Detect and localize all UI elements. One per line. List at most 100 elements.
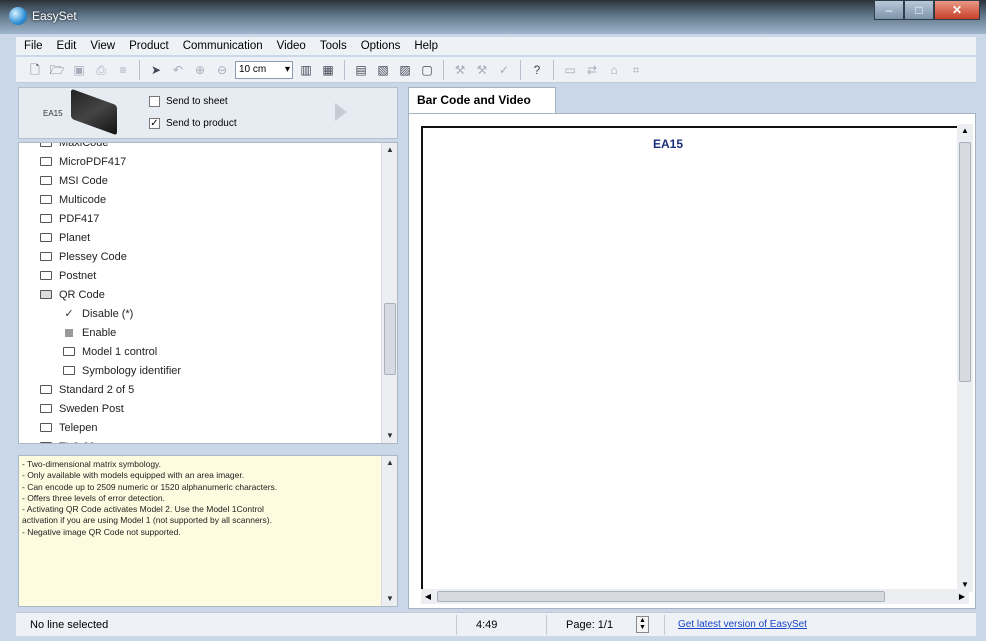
description-scrollbar[interactable]: ▲ ▼	[381, 456, 397, 606]
send-to-product-option[interactable]: ✓ Send to product	[149, 118, 237, 129]
tree-item-label: MSI Code	[59, 174, 108, 187]
barcode2-icon[interactable]: ▦	[319, 61, 337, 79]
scroll-thumb[interactable]	[384, 303, 396, 375]
frame-icon[interactable]: ▢	[418, 61, 436, 79]
tree-item-label: Sweden Post	[59, 402, 124, 415]
tree-scrollbar[interactable]: ▲ ▼	[381, 143, 397, 443]
scroll-down-icon[interactable]: ▼	[382, 592, 397, 606]
barcode-icon[interactable]: ▥	[297, 61, 315, 79]
tree-item[interactable]: ✓ Disable (*)	[19, 304, 381, 323]
window-controls: – □ ✕	[874, 0, 980, 20]
scanner-device-image	[71, 88, 117, 136]
tree-item[interactable]: MaxiCode	[19, 143, 381, 152]
label-canvas[interactable]: EA15	[421, 126, 973, 596]
menu-communication[interactable]: Communication	[183, 37, 263, 55]
preview-vertical-scrollbar[interactable]: ▲ ▼	[957, 124, 973, 592]
pointer-icon[interactable]: ➤	[147, 61, 165, 79]
menu-file[interactable]: File	[24, 37, 43, 55]
tree-item[interactable]: QR Code	[19, 285, 381, 304]
tree-item[interactable]: Sweden Post	[19, 399, 381, 418]
save-icon[interactable]: ▣	[70, 61, 88, 79]
menu-video[interactable]: Video	[277, 37, 306, 55]
open-icon[interactable]: 🗁	[48, 61, 66, 79]
tree-item[interactable]: Enable	[19, 323, 381, 342]
menu-product[interactable]: Product	[129, 37, 169, 55]
new-icon[interactable]: 🗋	[26, 61, 44, 79]
tree-item[interactable]: Model 1 control	[19, 342, 381, 361]
chart-icon[interactable]: ▨	[396, 61, 414, 79]
send-to-sheet-option[interactable]: Send to sheet	[149, 96, 228, 107]
wand2-icon[interactable]: ⚒	[473, 61, 491, 79]
tree-item[interactable]: TLC 39	[19, 437, 381, 443]
app-window: EasySet – □ ✕ File Edit View Product Com…	[0, 0, 986, 641]
tree-item[interactable]: MSI Code	[19, 171, 381, 190]
menu-view[interactable]: View	[90, 37, 115, 55]
undo-icon[interactable]: ↶	[169, 61, 187, 79]
menu-help[interactable]: Help	[414, 37, 438, 55]
monitor-icon[interactable]: ▭	[561, 61, 579, 79]
page-spinner[interactable]: ▲ ▼	[636, 616, 649, 633]
canvas-title: EA15	[652, 137, 684, 151]
tree-item-label: Model 1 control	[82, 345, 158, 358]
description-line: - Can encode up to 2509 numeric or 1520 …	[22, 481, 278, 492]
toolbar: 🗋 🗁 ▣ ⎙ ≡ ➤ ↶ ⊕ ⊖ 10 cm ▥ ▦ ▤ ▧ ▨ ▢ ⚒ ⚒ …	[16, 57, 976, 83]
scroll-left-icon[interactable]: ◀	[421, 589, 435, 604]
menu-tools[interactable]: Tools	[320, 37, 347, 55]
scroll-up-icon[interactable]: ▲	[382, 456, 397, 470]
print-icon[interactable]: ⎙	[92, 61, 110, 79]
folder-icon	[40, 271, 52, 280]
latest-version-link[interactable]: Get latest version of EasySet	[678, 619, 807, 630]
tree-item-label: Telepen	[59, 421, 98, 434]
tree-item-label: Standard 2 of 5	[59, 383, 135, 396]
scroll-right-icon[interactable]: ▶	[955, 589, 969, 604]
tree-item[interactable]: Plessey Code	[19, 247, 381, 266]
send-arrow-icon[interactable]	[335, 103, 347, 121]
transfer-icon[interactable]: ⇄	[583, 61, 601, 79]
folder-icon	[40, 252, 52, 261]
tree-item[interactable]: Symbology identifier	[19, 361, 381, 380]
toolbar-separator	[443, 59, 444, 80]
check-icon[interactable]: ✓	[495, 61, 513, 79]
scroll-up-icon[interactable]: ▲	[382, 143, 397, 157]
scroll-thumb[interactable]	[959, 142, 971, 382]
scroll-thumb[interactable]	[437, 591, 885, 602]
help-icon[interactable]: ?	[528, 61, 546, 79]
tree-item[interactable]: Telepen	[19, 418, 381, 437]
folder-icon	[40, 157, 52, 166]
folder-icon	[40, 233, 52, 242]
preview-horizontal-scrollbar[interactable]: ◀ ▶	[421, 589, 969, 604]
grid-icon[interactable]: ▤	[352, 61, 370, 79]
send-to-sheet-checkbox[interactable]	[149, 96, 160, 107]
scroll-up-icon[interactable]: ▲	[957, 124, 973, 138]
menu-options[interactable]: Options	[361, 37, 401, 55]
device-icon[interactable]: ⌂	[605, 61, 623, 79]
send-to-product-checkbox[interactable]: ✓	[149, 118, 160, 129]
description-line: - Only available with models equipped wi…	[22, 470, 245, 481]
tree-item[interactable]: PDF417	[19, 209, 381, 228]
status-separator	[456, 615, 457, 635]
folder-icon	[40, 442, 52, 443]
scroll-down-icon[interactable]: ▼	[382, 429, 397, 443]
scanner-icon[interactable]: ⌗	[627, 61, 645, 79]
folder-icon	[40, 195, 52, 204]
layout-icon[interactable]: ▧	[374, 61, 392, 79]
window-title: EasySet	[32, 9, 77, 23]
tree-item[interactable]: MicroPDF417	[19, 152, 381, 171]
format-icon[interactable]: ≡	[114, 61, 132, 79]
zoom-in-icon[interactable]: ⊕	[191, 61, 209, 79]
description-line: activation if you are using Model 1 (not…	[22, 515, 272, 526]
wand-icon[interactable]: ⚒	[451, 61, 469, 79]
maximize-button[interactable]: □	[904, 0, 934, 20]
close-button[interactable]: ✕	[934, 0, 980, 20]
tab-bar-code-and-video[interactable]: Bar Code and Video	[408, 87, 556, 113]
tree-item[interactable]: Multicode	[19, 190, 381, 209]
zoom-select[interactable]: 10 cm	[235, 60, 293, 79]
minimize-button[interactable]: –	[874, 0, 904, 20]
tree-item[interactable]: Planet	[19, 228, 381, 247]
send-to-sheet-label: Send to sheet	[166, 96, 228, 107]
description-line: - Two-dimensional matrix symbology.	[22, 459, 162, 469]
zoom-out-icon[interactable]: ⊖	[213, 61, 231, 79]
menu-edit[interactable]: Edit	[57, 37, 77, 55]
tree-item[interactable]: Postnet	[19, 266, 381, 285]
tree-item[interactable]: Standard 2 of 5	[19, 380, 381, 399]
